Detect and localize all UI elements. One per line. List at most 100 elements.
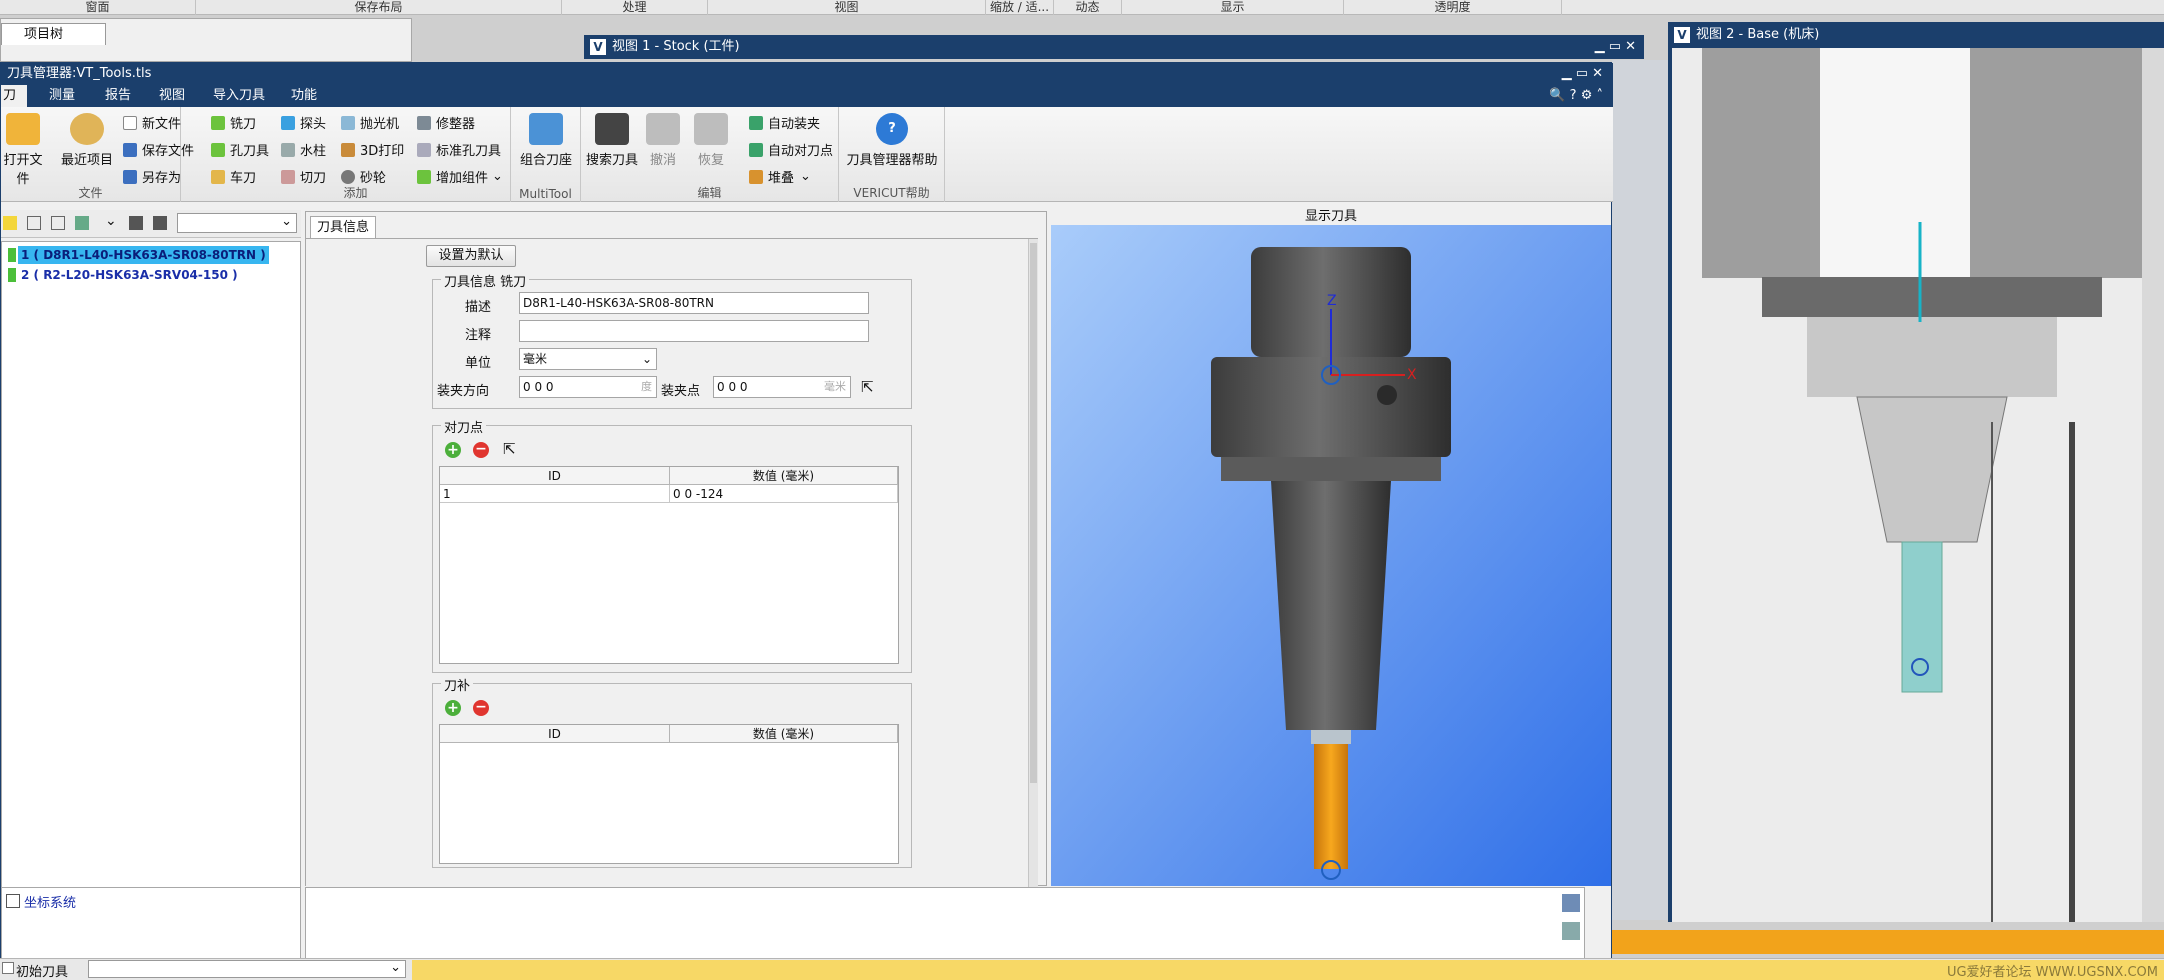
clear-log-icon[interactable] [1562,922,1580,940]
info-scrollbar[interactable] [1028,239,1038,888]
standard-hole-tool-button[interactable]: 标准孔刀具 [417,140,501,159]
set-default-button[interactable]: 设置为默认 [426,245,516,267]
comp-col-value[interactable]: 数值 (毫米) [670,725,898,743]
probe-button[interactable]: 探头 [281,113,326,132]
mount-point-input[interactable]: 0 0 0 毫米 [713,376,851,398]
status-progress-bar [1612,930,2164,954]
tab-measure[interactable]: 测量 [49,85,75,107]
mount-dir-input[interactable]: 0 0 0度 [519,376,657,398]
tab-report[interactable]: 报告 [105,85,131,107]
watermark-text: UG爱好者论坛 WWW.UGSNX.COM [1946,965,2158,980]
mount-point-label: 装夹点 [661,384,701,399]
recent-projects-button[interactable]: 最近项目 [57,113,117,168]
tab-import-tool[interactable]: 导入刀具 [213,85,265,107]
tool-list-toolbar: ⌄ ⌄ [1,210,301,238]
stack-icon [749,169,763,184]
remove-icon[interactable]: − [473,700,489,716]
ribbon-group-help: ? 刀具管理器帮助 VERICUT帮助 [839,107,945,202]
project-tree-tab[interactable]: 项目树 [1,23,106,45]
redo-button[interactable]: 恢复 [687,113,735,168]
unit-label: 单位 [465,356,492,371]
view2-viewport[interactable] [1668,22,2164,922]
undo-button[interactable]: 撤消 [639,113,687,168]
combo-holder-button[interactable]: 组合刀座 [513,113,579,168]
tool-list-item-1[interactable]: 1 ( D8R1-L40-HSK63A-SR08-80TRN ) [18,246,269,264]
search-tool-button[interactable]: 搜索刀具 [585,113,639,168]
chevron-down-icon: ⌄ [492,169,503,184]
new-file-button[interactable]: 新文件 [123,113,181,132]
tool-list-item-2[interactable]: 2 ( R2-L20-HSK63A-SRV04-150 ) [18,266,241,284]
ribbon-tabs: 刀具 测量 报告 视图 导入刀具 功能 🔍 ? ⚙ ˄ [1,85,1613,125]
tool-display-viewport[interactable]: Z X [1051,225,1611,886]
machine-view-svg [1672,48,2164,922]
auto-mount-button[interactable]: 自动装夹 [749,113,820,132]
initial-tool-select[interactable]: ⌄ [88,960,406,978]
ribbon-search-help-settings-icons[interactable]: 🔍 ? ⚙ ˄ [1549,88,1603,103]
unit-select[interactable]: 毫米 ⌄ [519,348,657,370]
list-view-icon[interactable] [51,216,65,230]
menu-window[interactable]: 窗面 [0,0,196,15]
auto-mount-icon [749,115,763,130]
desc-input[interactable]: D8R1-L40-HSK63A-SR08-80TRN [519,292,869,314]
tool-3d-view: Z X [1051,225,1611,886]
dresser-button[interactable]: 修整器 [417,113,475,132]
setpoint-cell-value[interactable]: 0 0 -124 [670,485,898,503]
axis-z-label: Z [1327,293,1337,309]
3d-print-button[interactable]: 3D打印 [341,140,404,159]
coord-system-label[interactable]: 坐标系统 [24,892,76,911]
add-icon[interactable]: + [445,442,461,458]
auto-setpoint-button[interactable]: 自动对刀点 [749,140,833,159]
polish-icon [341,115,355,130]
mill-icon [8,268,16,282]
mill-button[interactable]: 铣刀 [211,113,256,132]
tab-tool[interactable]: 刀具 [1,85,27,125]
save-list-icon[interactable] [27,216,41,230]
message-log[interactable] [305,887,1585,959]
tool-manager-window-controls[interactable]: ▁ ▭ ✕ [1562,63,1603,85]
tab-tool-info[interactable]: 刀具信息 [310,216,377,238]
ribbon: 打开文件 最近项目 新文件 保存文件 另存为 文件 铣刀 探头 抛光机 修整器 … [1,107,1613,202]
menu-dynamic[interactable]: 动态 [1054,0,1122,15]
combo-holder-icon [529,113,563,145]
mill-icon [211,115,225,130]
add-icon[interactable]: + [445,700,461,716]
hole-tool-button[interactable]: 孔刀具 [211,140,269,159]
compensation-legend: 刀补 [441,675,474,694]
sort-icon[interactable] [75,216,89,230]
tool-filter-icon[interactable] [3,216,17,230]
window-controls[interactable]: ▁ ▭ ✕ [1595,35,1636,59]
tool-manager-help-button[interactable]: ? 刀具管理器帮助 [843,113,941,168]
folder-open-icon [6,113,40,145]
pick-point-icon[interactable]: ⇱ [861,378,874,396]
menu-save-layout[interactable]: 保存布局 [196,0,562,15]
turn-tool-icon [211,169,225,184]
setpoint-cell-id[interactable]: 1 [440,485,670,503]
search-next-icon[interactable] [153,216,167,230]
comment-input[interactable] [519,320,869,342]
setpoint-col-value[interactable]: 数值 (毫米) [670,467,898,485]
log-icon[interactable] [1562,894,1580,912]
save-file-button[interactable]: 保存文件 [123,140,194,159]
menu-transparency[interactable]: 透明度 [1344,0,1562,15]
remove-icon[interactable]: − [473,442,489,458]
chevron-down-icon[interactable]: ⌄ [105,213,117,229]
menu-view[interactable]: 视图 [708,0,986,15]
tab-view[interactable]: 视图 [159,85,185,107]
comp-col-id[interactable]: ID [440,725,670,743]
menu-display[interactable]: 显示 [1122,0,1344,15]
menu-process[interactable]: 处理 [562,0,708,15]
initial-tool-checkbox[interactable] [2,962,14,974]
menu-zoom[interactable]: 缩放 / 适... [986,0,1054,15]
edit-group-label: 编辑 [697,186,722,200]
open-file-button[interactable]: 打开文件 [1,113,45,187]
tab-function[interactable]: 功能 [291,85,317,107]
view2-title: 视图 2 - Base (机床) [1696,27,1820,42]
tool-list: 1 ( D8R1-L40-HSK63A-SR08-80TRN ) 2 ( R2-… [1,241,301,945]
coord-system-icon [6,894,20,908]
binoculars-icon[interactable] [129,216,143,230]
pick-point-icon[interactable]: ⇱ [503,440,516,458]
polish-button[interactable]: 抛光机 [341,113,399,132]
tool-search-dropdown[interactable]: ⌄ [177,213,297,233]
setpoint-col-id[interactable]: ID [440,467,670,485]
waterjet-button[interactable]: 水柱 [281,140,326,159]
